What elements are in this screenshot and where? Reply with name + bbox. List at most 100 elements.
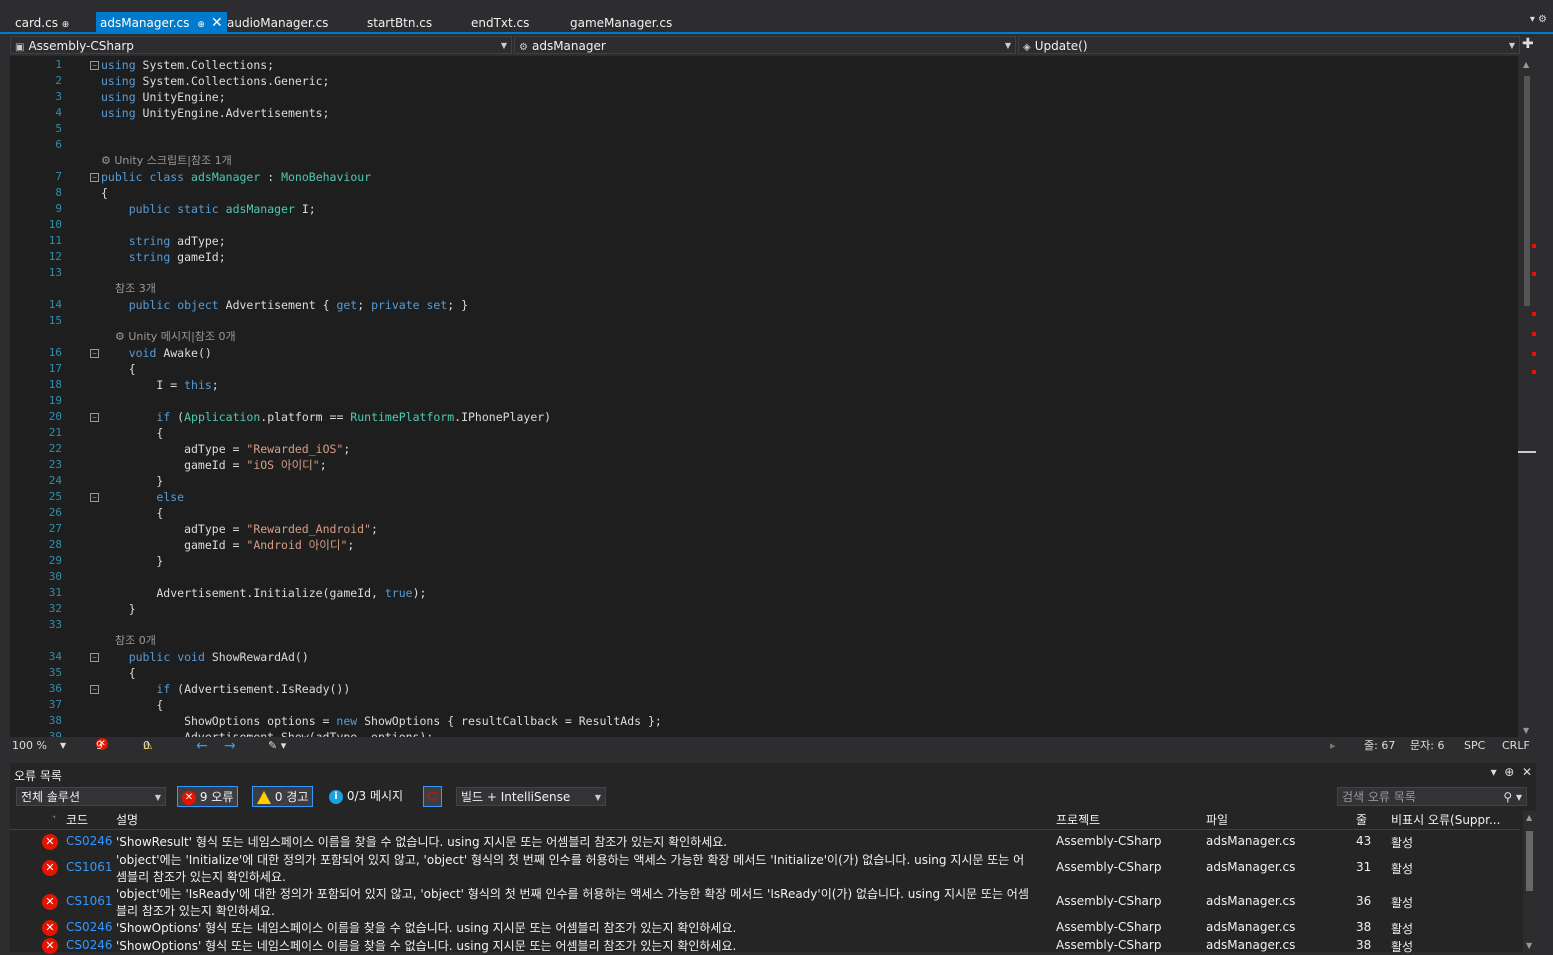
error-marker[interactable] bbox=[1532, 352, 1536, 356]
pin-icon[interactable]: ⊕ bbox=[197, 20, 205, 30]
code-line[interactable]: 33 bbox=[10, 617, 1510, 633]
scroll-down-icon[interactable]: ▼ bbox=[1526, 941, 1532, 950]
scrollbar-thumb[interactable] bbox=[1526, 831, 1533, 891]
pin-icon[interactable]: ⊕ bbox=[62, 20, 70, 30]
navigate-forward-icon[interactable]: → bbox=[224, 738, 236, 754]
error-marker[interactable] bbox=[1532, 370, 1536, 374]
brush-icon[interactable]: ✎ ▾ bbox=[268, 738, 286, 754]
code-text[interactable]: using UnityEngine.Advertisements; bbox=[101, 105, 330, 121]
code-line[interactable]: 10 bbox=[10, 217, 1510, 233]
search-icon[interactable]: ⚲ ▾ bbox=[1503, 788, 1522, 807]
messages-filter-button[interactable]: i 0/3 메시지 bbox=[325, 786, 407, 807]
header-file[interactable]: 파일 bbox=[1206, 811, 1228, 829]
code-text[interactable]: if (Application.platform == RuntimePlatf… bbox=[101, 409, 551, 425]
code-text[interactable]: using System.Collections.Generic; bbox=[101, 73, 330, 89]
error-marker[interactable] bbox=[1532, 272, 1536, 276]
navigate-back-icon[interactable]: ← bbox=[196, 738, 208, 754]
code-text[interactable]: { bbox=[101, 361, 136, 377]
source-dropdown[interactable]: 빌드 + IntelliSense ▼ bbox=[456, 787, 606, 806]
sort-icon[interactable]: ⌝ bbox=[52, 811, 56, 829]
code-line[interactable]: 34 − public void ShowRewardAd() bbox=[10, 649, 1510, 665]
code-lines[interactable]: 1− using System.Collections; 2 using System… bbox=[10, 56, 1518, 737]
code-line[interactable]: 27 adType = "Rewarded_Android"; bbox=[10, 521, 1510, 537]
panel-controls[interactable]: ▾ ⊕ ✕ bbox=[1491, 765, 1532, 779]
code-line[interactable]: 17 { bbox=[10, 361, 1510, 377]
collapse-icon[interactable]: − bbox=[90, 413, 99, 422]
table-row[interactable]: ✕ CS1061'object'에는 'Initialize'에 대한 정의가 포… bbox=[10, 851, 1520, 885]
code-text[interactable]: } bbox=[101, 553, 163, 569]
code-text[interactable]: } bbox=[101, 601, 136, 617]
code-text[interactable]: } bbox=[101, 473, 163, 489]
code-line[interactable]: 5 bbox=[10, 121, 1510, 137]
tab-endtxt-cs[interactable]: endTxt.cs bbox=[471, 12, 529, 32]
header-code[interactable]: 코드 bbox=[66, 811, 88, 829]
code-line[interactable]: 29 } bbox=[10, 553, 1510, 569]
code-line[interactable]: 39 Advertisement.Show(adType, options); bbox=[10, 729, 1510, 737]
scroll-up-icon[interactable]: ▲ bbox=[1523, 60, 1529, 69]
code-text[interactable]: adType = "Rewarded_Android"; bbox=[101, 521, 378, 537]
code-line[interactable]: 35 { bbox=[10, 665, 1510, 681]
code-text[interactable]: { bbox=[101, 425, 163, 441]
editor-vertical-scrollbar[interactable]: ▲ ▼ bbox=[1518, 56, 1536, 737]
code-line[interactable]: 4 using UnityEngine.Advertisements; bbox=[10, 105, 1510, 121]
header-project[interactable]: 프로젝트 bbox=[1056, 811, 1100, 829]
code-line[interactable]: 31 Advertisement.Initialize(gameId, true… bbox=[10, 585, 1510, 601]
code-line[interactable]: 2 using System.Collections.Generic; bbox=[10, 73, 1510, 89]
error-code-link[interactable]: CS1061 bbox=[66, 860, 113, 874]
tab-overflow-settings-icon[interactable]: ▾ ⚙ bbox=[1530, 14, 1547, 25]
collapse-icon[interactable]: − bbox=[90, 173, 99, 182]
tab-gamemanager-cs[interactable]: gameManager.cs bbox=[570, 12, 672, 32]
table-row[interactable]: ✕ CS1061'object'에는 'IsReady'에 대한 정의가 포함되어… bbox=[10, 885, 1520, 919]
header-line[interactable]: 줄 bbox=[1356, 811, 1367, 829]
code-line[interactable]: 32 } bbox=[10, 601, 1510, 617]
code-line[interactable]: 20 − if (Application.platform == RuntimeP… bbox=[10, 409, 1510, 425]
code-text[interactable]: gameId = "iOS 아이디"; bbox=[101, 457, 327, 473]
error-code-link[interactable]: CS0246 bbox=[66, 938, 113, 952]
code-text[interactable]: public class adsManager : MonoBehaviour bbox=[101, 169, 371, 185]
code-line[interactable]: 1 − using System.Collections; bbox=[10, 57, 1510, 73]
code-line[interactable]: 3 using UnityEngine; bbox=[10, 89, 1510, 105]
code-line[interactable]: 13 bbox=[10, 265, 1510, 281]
project-dropdown[interactable]: ▣ Assembly-CSharp ▼ bbox=[10, 36, 512, 54]
code-text[interactable]: { bbox=[101, 665, 136, 681]
code-text[interactable]: public object Advertisement { get; priva… bbox=[101, 297, 468, 313]
codelens-annotation[interactable]: 참조 3개 bbox=[10, 281, 1510, 297]
scrollbar-thumb[interactable] bbox=[1524, 76, 1530, 306]
code-text[interactable]: string adType; bbox=[101, 233, 226, 249]
code-line[interactable]: 6 bbox=[10, 137, 1510, 153]
member-dropdown[interactable]: ◈ Update() ▼ bbox=[1018, 36, 1520, 54]
tab-audiomanager-cs[interactable]: audioManager.cs bbox=[227, 12, 328, 32]
close-icon[interactable]: ✕ bbox=[211, 15, 223, 31]
code-text[interactable]: ShowOptions options = new ShowOptions { … bbox=[101, 713, 662, 729]
code-text[interactable]: adType = "Rewarded_iOS"; bbox=[101, 441, 350, 457]
codelens-text[interactable]: 참조 3개 bbox=[101, 281, 156, 297]
scroll-up-icon[interactable]: ▲ bbox=[1526, 813, 1532, 822]
table-row[interactable]: ✕ CS0246 'ShowResult' 형식 또는 네임스페이스 이름을 찾을 … bbox=[10, 833, 1520, 851]
code-line[interactable]: 12 string gameId; bbox=[10, 249, 1510, 265]
error-code-link[interactable]: CS0246 bbox=[66, 834, 113, 848]
code-text[interactable]: using UnityEngine; bbox=[101, 89, 226, 105]
code-text[interactable]: using System.Collections; bbox=[101, 57, 274, 73]
code-line[interactable]: 18 I = this; bbox=[10, 377, 1510, 393]
error-list-scrollbar[interactable]: ▲ ▼ bbox=[1523, 811, 1536, 952]
code-text[interactable]: if (Advertisement.IsReady()) bbox=[101, 681, 350, 697]
code-line[interactable]: 30 bbox=[10, 569, 1510, 585]
codelens-annotation[interactable]: ⚙ Unity 메시지|참조 0개 bbox=[10, 329, 1510, 345]
tab-startbtn-cs[interactable]: startBtn.cs bbox=[367, 12, 432, 32]
code-line[interactable]: 23 gameId = "iOS 아이디"; bbox=[10, 457, 1510, 473]
collapse-icon[interactable]: − bbox=[90, 349, 99, 358]
collapse-icon[interactable]: − bbox=[90, 61, 99, 70]
collapse-icon[interactable]: − bbox=[90, 653, 99, 662]
code-line[interactable]: 37 { bbox=[10, 697, 1510, 713]
code-line[interactable]: 8{ bbox=[10, 185, 1510, 201]
warnings-filter-button[interactable]: 0 경고 bbox=[252, 786, 314, 807]
codelens-annotation[interactable]: ⚙ Unity 스크립트|참조 1개 bbox=[10, 153, 1510, 169]
tab-adsmanager-cs[interactable]: adsManager.cs ⊕ ✕ bbox=[96, 12, 227, 32]
code-text[interactable]: string gameId; bbox=[101, 249, 226, 265]
error-search-input[interactable]: 검색 오류 목록 ⚲ ▾ bbox=[1337, 787, 1527, 806]
code-line[interactable]: 16 − void Awake() bbox=[10, 345, 1510, 361]
filter-icon[interactable]: ⛉ bbox=[423, 786, 443, 807]
collapse-icon[interactable]: − bbox=[90, 493, 99, 502]
tab-card-cs[interactable]: card.cs ⊕ bbox=[15, 12, 69, 32]
code-line[interactable]: 19 bbox=[10, 393, 1510, 409]
